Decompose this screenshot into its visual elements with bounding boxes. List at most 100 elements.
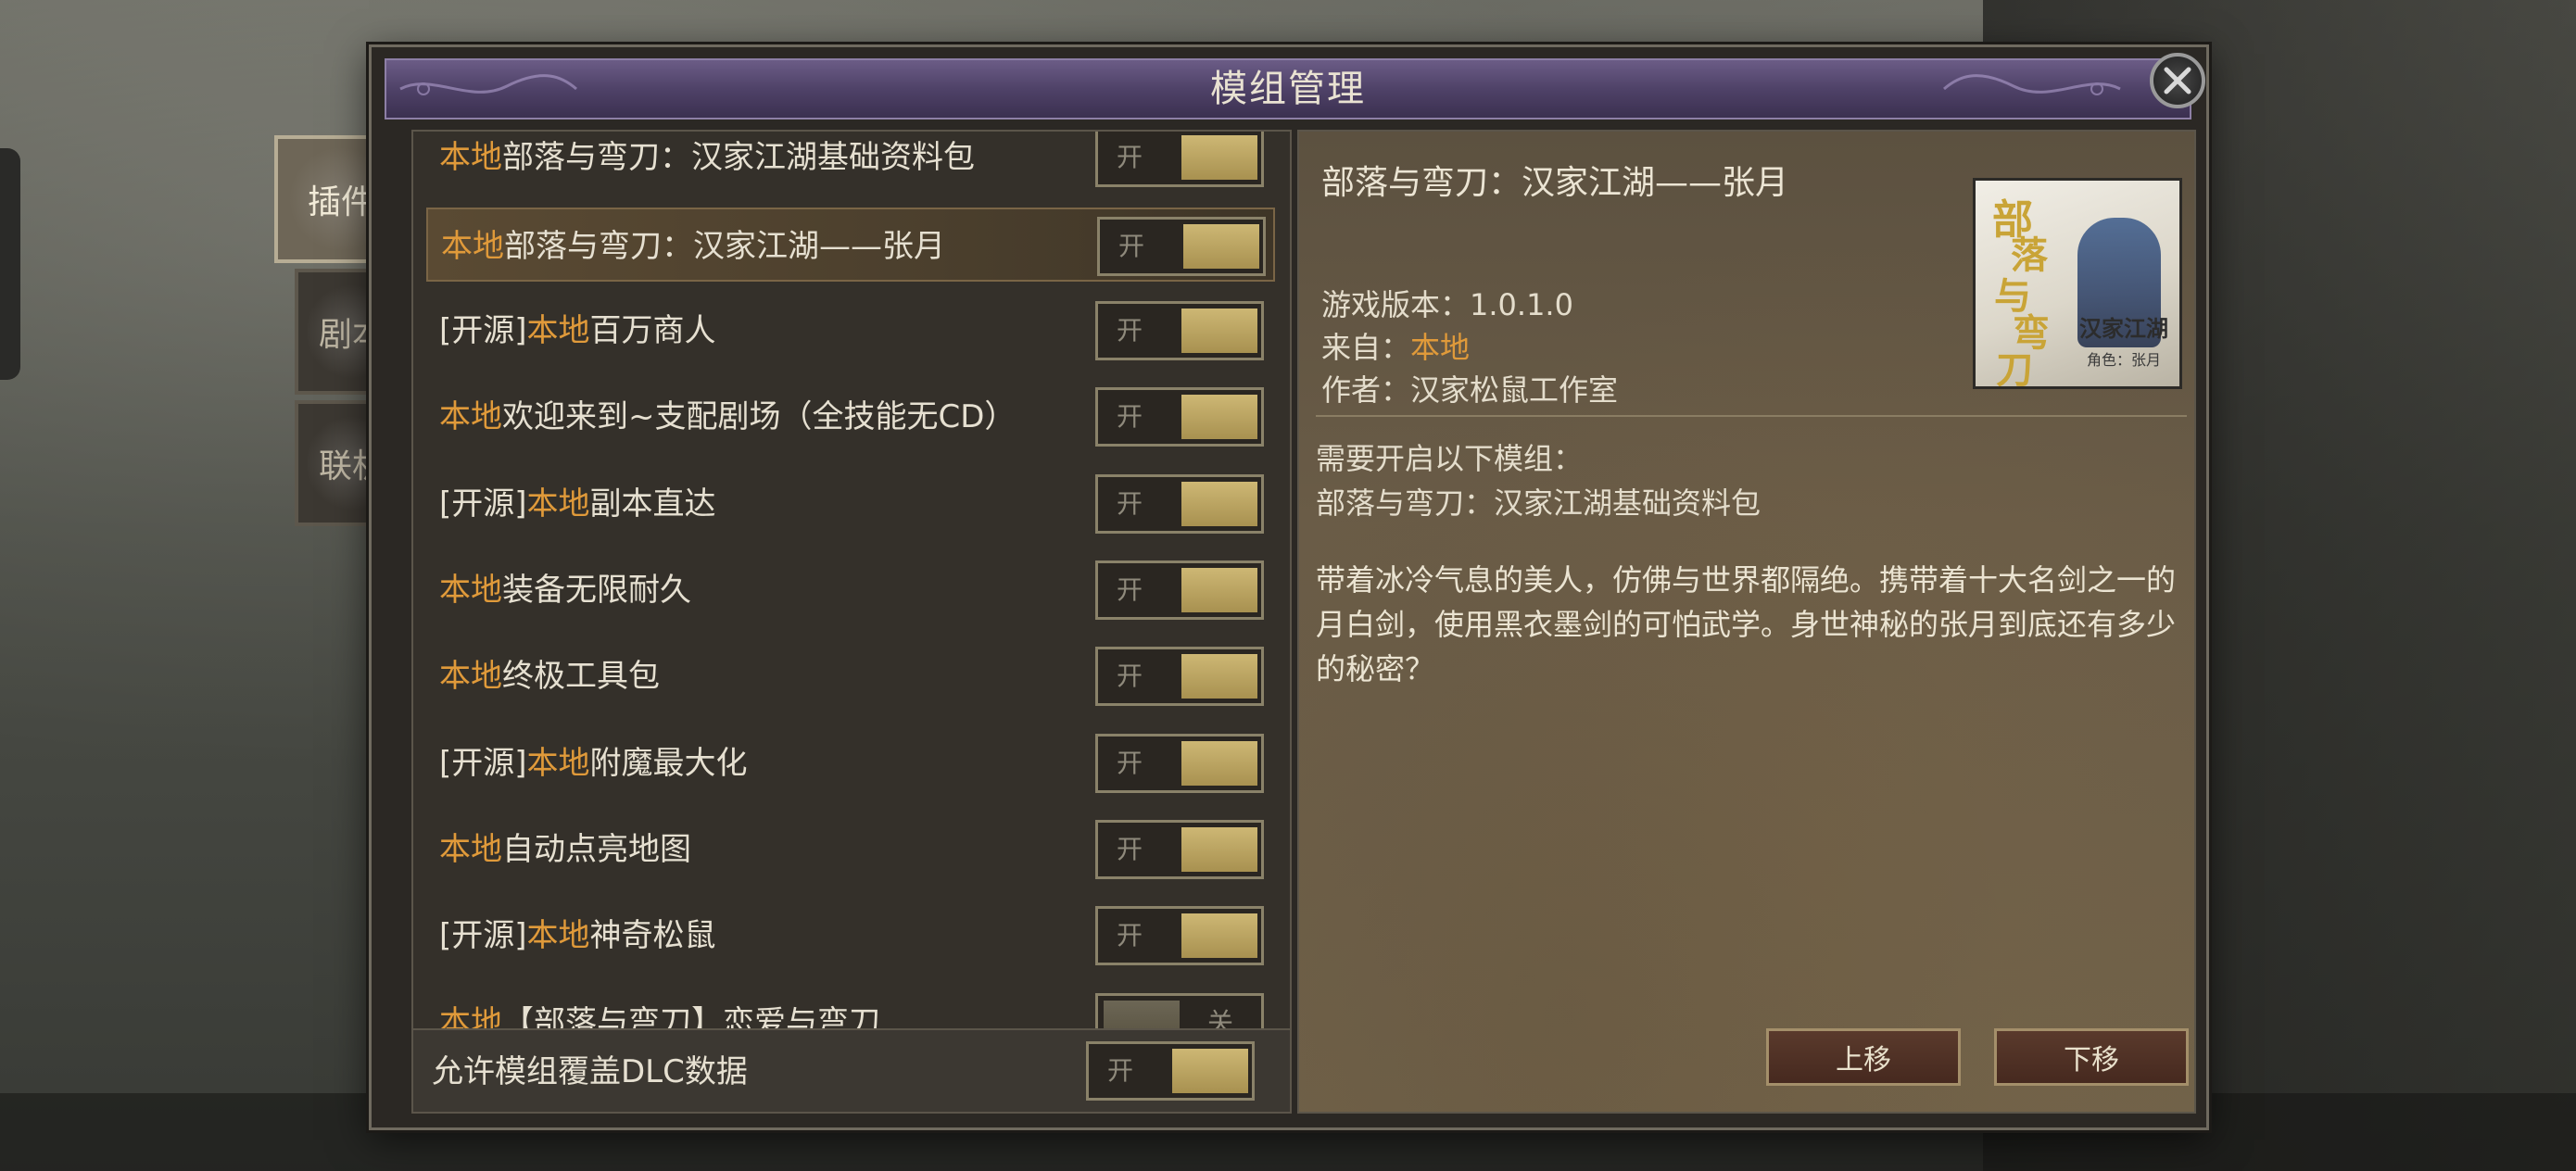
detail-author: 作者：汉家松鼠工作室 (1321, 372, 1619, 408)
mod-source-tag: 本地 (439, 398, 502, 435)
toggle-knob (1181, 654, 1257, 699)
mod-title: 自动点亮地图 (502, 831, 691, 868)
mod-row[interactable]: [开源]本地副本直达 开 (426, 467, 1275, 541)
mod-toggle[interactable]: 开 (1095, 820, 1264, 879)
source-value: 本地 (1410, 330, 1471, 365)
mod-name: 本地部落与弯刀：汉家江湖——张月 (441, 209, 945, 283)
mod-row[interactable]: 本地【部落与弯刀】恋爱与弯刀 关 (426, 986, 1275, 1028)
close-button[interactable] (2150, 53, 2205, 108)
mod-toggle[interactable]: 开 (1095, 734, 1264, 793)
toggle-label: 开 (1117, 401, 1143, 432)
toggle-knob (1181, 395, 1257, 439)
mod-name: [开源]本地百万商人 (439, 294, 716, 368)
mod-toggle[interactable]: 开 (1095, 474, 1264, 534)
mod-source-tag: 本地 (439, 572, 502, 609)
toggle-label: 开 (1117, 834, 1143, 864)
toggle-knob (1172, 1049, 1248, 1093)
mod-source-tag: 本地 (441, 228, 504, 265)
mod-source-tag: 本地 (439, 831, 502, 868)
toggle-label: 开 (1117, 920, 1143, 951)
toggle-label: 开 (1117, 315, 1143, 346)
dlc-override-label: 允许模组覆盖DLC数据 (432, 1053, 748, 1090)
mod-name: 本地自动点亮地图 (439, 812, 691, 887)
mod-source-tag: 本地 (526, 917, 590, 954)
toggle-knob (1181, 568, 1257, 612)
background-edge-tab (0, 148, 20, 380)
mod-list-panel: 本地部落与弯刀：汉家江湖基础资料包 开 本地部落与弯刀：汉家江湖——张月 开 [… (411, 130, 1292, 1114)
toggle-label: 开 (1107, 1055, 1134, 1086)
mod-toggle[interactable]: 开 (1095, 647, 1264, 706)
toggle-knob (1181, 741, 1257, 786)
detail-divider (1316, 415, 2187, 417)
mod-title: 百万商人 (589, 312, 716, 349)
mod-detail-panel: 部落与弯刀：汉家江湖——张月 部 落 与 弯 刀 汉家江湖 角色：张月 游戏版本… (1297, 130, 2196, 1114)
move-down-button[interactable]: 下移 (1994, 1028, 2189, 1086)
mod-name: 本地部落与弯刀：汉家江湖基础资料包 (439, 132, 975, 195)
mod-prefix: [开源] (439, 312, 527, 349)
mod-row-selected[interactable]: 本地部落与弯刀：汉家江湖——张月 开 (426, 208, 1275, 282)
mod-list[interactable]: 本地部落与弯刀：汉家江湖基础资料包 开 本地部落与弯刀：汉家江湖——张月 开 [… (413, 132, 1290, 1028)
toggle-knob (1181, 135, 1257, 180)
mod-source-tag: 本地 (526, 745, 590, 782)
toggle-knob (1183, 224, 1259, 269)
requires-label: 需要开启以下模组： (1316, 441, 1584, 476)
mod-title: 神奇松鼠 (589, 917, 716, 954)
mod-row[interactable]: 本地欢迎来到~支配剧场（全技能无CD） 开 (426, 380, 1275, 454)
mod-name: 本地终极工具包 (439, 639, 660, 713)
mod-toggle[interactable]: 开 (1097, 217, 1266, 276)
dlc-override-toggle[interactable]: 开 (1086, 1041, 1255, 1101)
toggle-label: 关 (1207, 1007, 1234, 1028)
mod-row[interactable]: [开源]本地附魔最大化 开 (426, 726, 1275, 800)
detail-source: 来自：本地 (1321, 324, 1470, 367)
mod-name: 本地欢迎来到~支配剧场（全技能无CD） (439, 380, 1016, 454)
mod-row[interactable]: 本地装备无限耐久 开 (426, 553, 1275, 627)
mod-toggle[interactable]: 开 (1095, 301, 1264, 360)
mod-prefix: [开源] (439, 745, 527, 782)
title-bar: 模组管理 (385, 58, 2191, 120)
toggle-label: 开 (1117, 488, 1143, 519)
mod-toggle[interactable]: 开 (1095, 387, 1264, 447)
toggle-knob (1104, 1001, 1180, 1028)
mod-row[interactable]: 本地自动点亮地图 开 (426, 812, 1275, 887)
mod-title: 欢迎来到~支配剧场（全技能无CD） (502, 398, 1017, 435)
mod-title: 附魔最大化 (589, 745, 748, 782)
mod-toggle[interactable]: 开 (1095, 132, 1264, 187)
mod-source-tag: 本地 (526, 485, 590, 523)
close-icon (2164, 67, 2191, 94)
dlc-override-row: 允许模组覆盖DLC数据 开 (413, 1028, 1290, 1112)
toggle-knob (1181, 482, 1257, 526)
mod-name: [开源]本地神奇松鼠 (439, 899, 716, 973)
mod-title: 【部落与弯刀】恋爱与弯刀 (502, 1004, 880, 1028)
mod-row[interactable]: 本地部落与弯刀：汉家江湖基础资料包 开 (426, 132, 1275, 195)
dialog-title: 模组管理 (1210, 68, 1366, 110)
mod-row[interactable]: [开源]本地神奇松鼠 开 (426, 899, 1275, 973)
mod-row[interactable]: 本地终极工具包 开 (426, 639, 1275, 713)
mod-source-tag: 本地 (439, 139, 502, 176)
detail-title: 部落与弯刀：汉家江湖——张月 (1321, 164, 1789, 202)
requires-item: 部落与弯刀：汉家江湖基础资料包 (1316, 485, 1762, 521)
mod-title: 副本直达 (589, 485, 716, 523)
toggle-knob (1181, 308, 1257, 353)
mod-toggle[interactable]: 关 (1095, 993, 1264, 1028)
toggle-label: 开 (1117, 748, 1143, 778)
mod-source-tag: 本地 (439, 1004, 502, 1028)
move-up-button[interactable]: 上移 (1766, 1028, 1961, 1086)
source-label: 来自： (1321, 330, 1411, 365)
cover-title-char: 刀 (1996, 348, 2033, 389)
mod-name: [开源]本地附魔最大化 (439, 726, 748, 800)
cover-caption: 角色：张月 (2087, 351, 2162, 369)
mod-prefix: [开源] (439, 485, 527, 523)
mod-toggle[interactable]: 开 (1095, 560, 1264, 620)
mod-source-tag: 本地 (439, 658, 502, 695)
mod-row[interactable]: [开源]本地百万商人 开 (426, 294, 1275, 368)
mod-prefix: [开源] (439, 917, 527, 954)
toggle-knob (1181, 827, 1257, 872)
detail-description: 带着冰冷气息的美人，仿佛与世界都隔绝。携带着十大名剑之一的月白剑，使用黑衣墨剑的… (1316, 562, 2177, 686)
mod-cover-image: 部 落 与 弯 刀 汉家江湖 角色：张月 (1973, 178, 2182, 389)
mod-toggle[interactable]: 开 (1095, 906, 1264, 965)
mod-name: [开源]本地副本直达 (439, 467, 716, 541)
toggle-label: 开 (1118, 231, 1145, 261)
cover-subtitle: 汉家江湖 (2079, 315, 2168, 342)
mod-name: 本地装备无限耐久 (439, 553, 691, 627)
mod-title: 部落与弯刀：汉家江湖——张月 (504, 228, 945, 265)
